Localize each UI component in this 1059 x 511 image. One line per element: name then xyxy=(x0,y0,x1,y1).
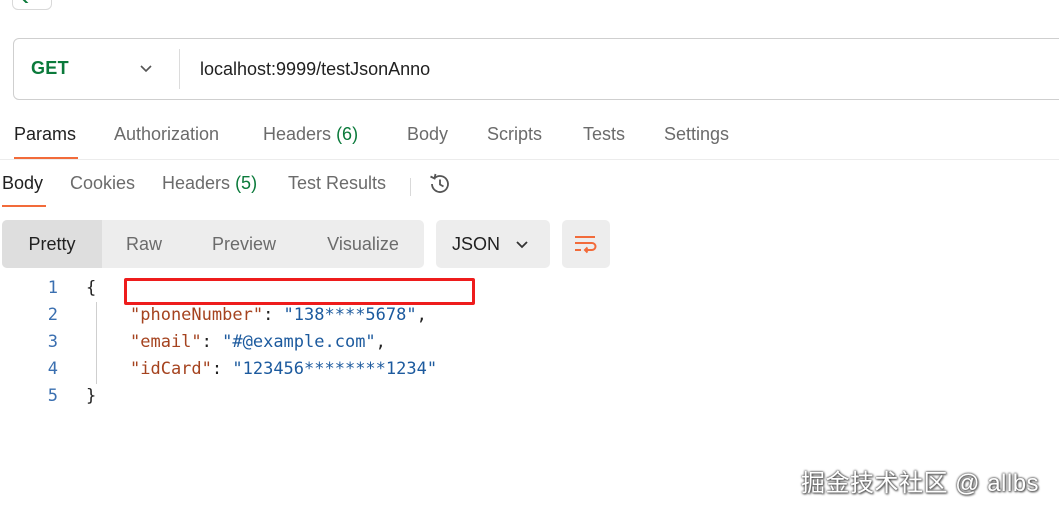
watermark: 掘金技术社区 @ allbs xyxy=(801,470,1040,497)
colon: : xyxy=(211,359,233,379)
json-line: "email": "#@example.com", xyxy=(130,332,386,352)
view-visualize-button[interactable]: Visualize xyxy=(309,220,417,268)
line-number: 5 xyxy=(47,386,58,406)
json-key: "phoneNumber" xyxy=(130,305,264,325)
tab-params[interactable]: Params xyxy=(14,124,76,145)
indent-guide xyxy=(96,302,97,384)
format-label: JSON xyxy=(452,234,501,254)
response-tab-headers[interactable]: Headers (5) xyxy=(162,173,257,194)
response-tab-body[interactable]: Body xyxy=(2,173,43,194)
request-url-bar: GET localhost:9999/testJsonAnno xyxy=(13,38,1059,100)
active-tab-indicator xyxy=(2,205,46,207)
wrap-lines-button[interactable] xyxy=(562,220,610,268)
format-select[interactable]: JSON xyxy=(436,220,550,268)
divider xyxy=(179,49,180,89)
chevron-left-icon xyxy=(22,0,29,3)
json-line: "idCard": "123456********1234" xyxy=(130,359,437,379)
response-tab-headers-count: (5) xyxy=(235,173,258,193)
back-button[interactable] xyxy=(12,0,52,10)
view-pretty-button[interactable]: Pretty xyxy=(2,220,102,268)
colon: : xyxy=(201,332,223,352)
divider xyxy=(0,159,1059,160)
json-value: "#@example.com" xyxy=(222,332,376,352)
tab-headers[interactable]: Headers (6) xyxy=(263,124,358,145)
url-input[interactable]: localhost:9999/testJsonAnno xyxy=(200,59,430,80)
tab-settings[interactable]: Settings xyxy=(664,124,729,145)
trailing-comma: , xyxy=(375,332,386,352)
response-tab-headers-label: Headers xyxy=(162,173,231,193)
method-select[interactable]: GET xyxy=(31,58,69,79)
tab-headers-count: (6) xyxy=(336,124,359,144)
view-mode-toggle: Pretty Raw Preview Visualize xyxy=(2,220,424,268)
divider xyxy=(410,178,411,196)
line-number: 1 xyxy=(47,278,58,298)
tab-body[interactable]: Body xyxy=(407,124,448,145)
chevron-down-icon[interactable] xyxy=(138,61,154,77)
json-value: "138****5678" xyxy=(283,305,417,325)
response-tab-test-results[interactable]: Test Results xyxy=(288,173,386,194)
colon: : xyxy=(263,305,284,325)
json-value: "123456********1234" xyxy=(232,359,438,379)
tab-headers-label: Headers xyxy=(263,124,332,144)
tab-tests[interactable]: Tests xyxy=(583,124,625,145)
line-number: 3 xyxy=(47,332,58,352)
trailing-comma: , xyxy=(416,305,427,325)
view-preview-button[interactable]: Preview xyxy=(194,220,294,268)
line-number: 2 xyxy=(47,305,58,325)
view-raw-button[interactable]: Raw xyxy=(105,220,183,268)
history-icon[interactable] xyxy=(427,171,453,197)
json-line: "phoneNumber": "138****5678", xyxy=(130,305,427,325)
wrap-lines-icon xyxy=(575,236,597,254)
json-key: "idCard" xyxy=(130,359,212,379)
chevron-down-icon xyxy=(516,241,528,249)
close-brace: } xyxy=(86,386,97,406)
line-number: 4 xyxy=(47,359,58,379)
tab-scripts[interactable]: Scripts xyxy=(487,124,542,145)
tab-authorization[interactable]: Authorization xyxy=(114,124,219,145)
json-key: "email" xyxy=(130,332,202,352)
response-tab-cookies[interactable]: Cookies xyxy=(70,173,135,194)
open-brace: { xyxy=(86,278,97,298)
redaction-box xyxy=(124,278,475,305)
